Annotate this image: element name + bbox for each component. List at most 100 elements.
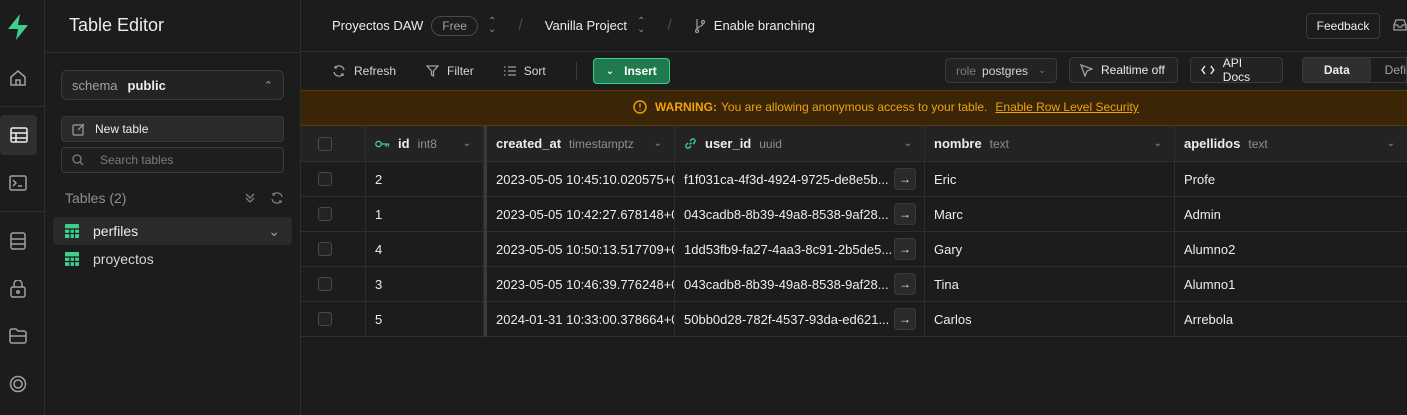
- feedback-button[interactable]: Feedback: [1306, 13, 1380, 39]
- chevron-down-icon[interactable]: ⌄: [1387, 138, 1395, 149]
- column-header-user-id[interactable]: user_id uuid ⌄: [675, 126, 925, 161]
- cell-value: Arrebola: [1184, 311, 1234, 327]
- cell-created-at[interactable]: 2023-05-05 10:42:27.678148+0: [487, 197, 675, 231]
- table-row[interactable]: 3 2023-05-05 10:46:39.776248+0 043cadb8-8b…: [301, 267, 1407, 302]
- table-row[interactable]: 1 2023-05-05 10:42:27.678148+0 043cadb8-8b…: [301, 197, 1407, 232]
- cell-user-id[interactable]: 043cadb8-8b39-49a8-8538-9af28... →: [675, 267, 925, 301]
- cell-value: 2024-01-31 10:33:00.378664+0: [496, 311, 675, 327]
- cell-nombre[interactable]: Gary: [925, 232, 1175, 266]
- realtime-icon[interactable]: [6, 372, 30, 396]
- cell-user-id[interactable]: 50bb0d28-782f-4537-93da-ed621... →: [675, 302, 925, 336]
- table-item-proyectos[interactable]: proyectos: [53, 245, 292, 273]
- cell-apellidos[interactable]: Arrebola: [1175, 302, 1407, 336]
- filter-button[interactable]: Filter: [426, 64, 474, 78]
- collapse-all-icon[interactable]: [244, 192, 256, 204]
- enable-rls-link[interactable]: Enable Row Level Security: [995, 100, 1138, 114]
- cell-apellidos[interactable]: Admin: [1175, 197, 1407, 231]
- column-type: text: [989, 136, 1010, 151]
- cell-nombre[interactable]: Marc: [925, 197, 1175, 231]
- table-editor-icon[interactable]: [0, 115, 37, 155]
- chevron-down-icon[interactable]: ⌄: [463, 138, 471, 149]
- row-checkbox[interactable]: [318, 312, 332, 326]
- column-type: uuid: [759, 136, 782, 151]
- git-branch-icon: [694, 18, 705, 33]
- cell-nombre[interactable]: Eric: [925, 162, 1175, 196]
- row-checkbox[interactable]: [318, 207, 332, 221]
- search-icon: [72, 154, 84, 166]
- cell-value: 2023-05-05 10:45:10.020575+0: [496, 171, 675, 187]
- cell-apellidos[interactable]: Profe: [1175, 162, 1407, 196]
- arrow-right-icon[interactable]: →: [894, 168, 916, 190]
- database-icon[interactable]: [6, 229, 30, 253]
- cell-apellidos[interactable]: Alumno1: [1175, 267, 1407, 301]
- cell-id[interactable]: 2: [366, 162, 484, 196]
- table-row[interactable]: 2 2023-05-05 10:45:10.020575+0 f1f031ca-4f…: [301, 162, 1407, 197]
- inbox-icon[interactable]: [1393, 19, 1407, 31]
- row-checkbox[interactable]: [318, 277, 332, 291]
- table-item-perfiles[interactable]: perfiles ⌄: [53, 217, 292, 245]
- chevron-up-down-icon[interactable]: ⌃ ⌄: [488, 16, 496, 34]
- org-name[interactable]: Proyectos DAW: [332, 18, 423, 33]
- sort-icon: [503, 66, 516, 76]
- cell-id[interactable]: 5: [366, 302, 484, 336]
- auth-icon[interactable]: [6, 277, 30, 301]
- supabase-logo-icon[interactable]: [6, 14, 30, 40]
- role-selector[interactable]: role postgres ⌄: [945, 58, 1057, 83]
- cell-value: Gary: [934, 241, 963, 257]
- data-view-tab[interactable]: Data: [1303, 58, 1371, 82]
- icon-rail: [0, 0, 45, 415]
- cell-created-at[interactable]: 2023-05-05 10:50:13.517709+0: [487, 232, 675, 266]
- cell-created-at[interactable]: 2024-01-31 10:33:00.378664+0: [487, 302, 675, 336]
- cell-nombre[interactable]: Tina: [925, 267, 1175, 301]
- cell-created-at[interactable]: 2023-05-05 10:46:39.776248+0: [487, 267, 675, 301]
- column-header-created-at[interactable]: created_at timestamptz ⌄: [487, 126, 675, 161]
- search-tables-input[interactable]: Search tables: [61, 147, 284, 173]
- column-header-id[interactable]: id int8 ⌄: [366, 126, 484, 161]
- cell-created-at[interactable]: 2023-05-05 10:45:10.020575+0: [487, 162, 675, 196]
- arrow-right-icon[interactable]: →: [894, 203, 916, 225]
- insert-label: Insert: [624, 64, 657, 78]
- column-header-apellidos[interactable]: apellidos text ⌄: [1175, 126, 1407, 161]
- cell-id[interactable]: 3: [366, 267, 484, 301]
- definition-view-tab[interactable]: Defi: [1371, 63, 1406, 77]
- new-table-button[interactable]: New table: [61, 116, 284, 142]
- sql-editor-icon[interactable]: [6, 171, 30, 195]
- home-icon[interactable]: [6, 66, 30, 90]
- sort-button[interactable]: Sort: [503, 64, 546, 78]
- row-checkbox[interactable]: [318, 172, 332, 186]
- chevron-down-icon[interactable]: ⌄: [904, 138, 912, 149]
- cell-apellidos[interactable]: Alumno2: [1175, 232, 1407, 266]
- column-header-nombre[interactable]: nombre text ⌄: [925, 126, 1175, 161]
- chevron-up-down-icon[interactable]: ⌃ ⌄: [637, 16, 645, 34]
- enable-branching-button[interactable]: Enable branching: [714, 18, 815, 33]
- refresh-icon[interactable]: [270, 192, 284, 204]
- table-row[interactable]: 4 2023-05-05 10:50:13.517709+0 1dd53fb9-fa…: [301, 232, 1407, 267]
- cell-id[interactable]: 4: [366, 232, 484, 266]
- table-row[interactable]: 5 2024-01-31 10:33:00.378664+0 50bb0d28-78…: [301, 302, 1407, 337]
- project-name[interactable]: Vanilla Project: [545, 18, 627, 33]
- cell-user-id[interactable]: 1dd53fb9-fa27-4aa3-8c91-2b5de5... →: [675, 232, 925, 266]
- arrow-right-icon[interactable]: →: [894, 308, 916, 330]
- cell-id[interactable]: 1: [366, 197, 484, 231]
- api-docs-button[interactable]: API Docs: [1190, 56, 1283, 84]
- cell-value: Marc: [934, 206, 963, 222]
- cell-value: 2023-05-05 10:46:39.776248+0: [496, 276, 675, 292]
- refresh-button[interactable]: Refresh: [332, 64, 396, 78]
- arrow-right-icon[interactable]: →: [894, 273, 916, 295]
- schema-selector[interactable]: schema public ⌃: [61, 70, 284, 100]
- schema-label: schema: [72, 77, 118, 93]
- chevron-down-icon[interactable]: ⌄: [1154, 138, 1162, 149]
- cell-user-id[interactable]: 043cadb8-8b39-49a8-8538-9af28... →: [675, 197, 925, 231]
- row-checkbox[interactable]: [318, 242, 332, 256]
- chevron-down-icon[interactable]: ⌄: [268, 223, 280, 240]
- cell-nombre[interactable]: Carlos: [925, 302, 1175, 336]
- arrow-right-icon[interactable]: →: [894, 238, 916, 260]
- chevron-down-icon[interactable]: ⌄: [654, 138, 662, 149]
- select-all-checkbox[interactable]: [318, 136, 332, 151]
- storage-icon[interactable]: [6, 324, 30, 348]
- realtime-toggle-button[interactable]: Realtime off: [1069, 57, 1178, 83]
- cell-value: Admin: [1184, 206, 1221, 222]
- column-name: user_id: [705, 136, 752, 151]
- cell-user-id[interactable]: f1f031ca-4f3d-4924-9725-de8e5b... →: [675, 162, 925, 196]
- insert-button[interactable]: ⌄ Insert: [592, 58, 670, 84]
